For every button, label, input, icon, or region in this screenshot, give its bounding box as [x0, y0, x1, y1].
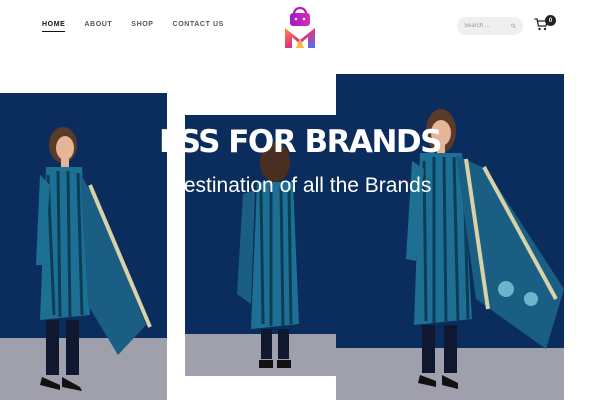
frame-bottom: [185, 376, 361, 379]
model-figure-back: [237, 142, 299, 368]
search-input[interactable]: [464, 23, 508, 29]
hero-title: ESS FOR BRANDS: [159, 124, 442, 160]
nav-about-link[interactable]: ABOUT: [84, 21, 112, 32]
hero-photo-right: [336, 74, 564, 400]
search-icon[interactable]: [511, 22, 516, 30]
hero-subtitle: Destination of all the Brands: [168, 174, 432, 197]
nav-home-link[interactable]: HOME: [42, 21, 66, 32]
shopping-bag-logo-icon[interactable]: [282, 4, 318, 50]
search-box[interactable]: [457, 17, 523, 35]
main-nav: HOME ABOUT SHOP CONTACT US: [42, 21, 243, 32]
nav-contact-link[interactable]: CONTACT US: [173, 21, 224, 32]
cart-count-badge: 0: [545, 15, 556, 26]
nav-shop-link[interactable]: SHOP: [131, 21, 153, 32]
frame-top: [185, 112, 361, 115]
